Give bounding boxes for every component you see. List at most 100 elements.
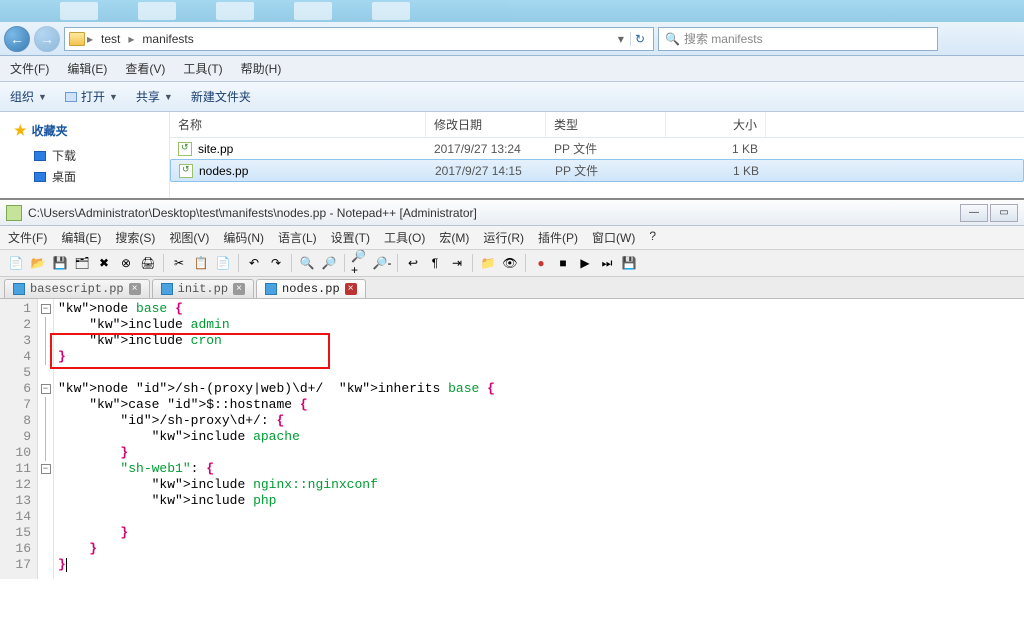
search-icon: 🔍 [665, 32, 680, 46]
undo-icon[interactable]: ↶ [244, 253, 264, 273]
menu-help[interactable]: 帮助(H) [241, 60, 282, 77]
tab-nodes[interactable]: nodes.pp × [256, 279, 366, 298]
organize-button[interactable]: 组织▼ [10, 88, 47, 105]
dropdown-icon[interactable]: ▾ [614, 32, 628, 46]
npp-titlebar[interactable]: C:\Users\Administrator\Desktop\test\mani… [0, 200, 1024, 226]
npp-menubar: 文件(F) 编辑(E) 搜索(S) 视图(V) 编码(N) 语言(L) 设置(T… [0, 226, 1024, 250]
play-icon[interactable]: ▶ [575, 253, 595, 273]
print-icon[interactable]: 🖨 [138, 253, 158, 273]
share-button[interactable]: 共享▼ [136, 88, 173, 105]
monitor-icon[interactable]: 👁 [500, 253, 520, 273]
col-date[interactable]: 修改日期 [426, 112, 546, 137]
zoomin-icon[interactable]: 🔎+ [350, 253, 370, 273]
open-button[interactable]: 打开▼ [65, 88, 118, 105]
menu-language[interactable]: 语言(L) [278, 229, 317, 246]
col-name[interactable]: 名称 [170, 112, 426, 137]
explorer-window: ← → ▸ test ▸ manifests ▾ ↻ 🔍 搜索 manifest… [0, 0, 1024, 199]
menu-plugins[interactable]: 插件(P) [538, 229, 578, 246]
forward-button[interactable]: → [34, 26, 60, 52]
editor-tab-bar: basescript.pp × init.pp × nodes.pp × [0, 277, 1024, 299]
tab-close-icon[interactable]: × [345, 283, 357, 295]
fold-toggle-icon[interactable]: − [41, 464, 51, 474]
search-placeholder: 搜索 manifests [684, 30, 763, 47]
breadcrumb-field[interactable]: ▸ test ▸ manifests ▾ ↻ [64, 27, 654, 51]
col-size[interactable]: 大小 [666, 112, 766, 137]
search-input[interactable]: 🔍 搜索 manifests [658, 27, 938, 51]
table-row[interactable]: site.pp 2017/9/27 13:24 PP 文件 1 KB [170, 138, 1024, 159]
table-row[interactable]: nodes.pp 2017/9/27 14:15 PP 文件 1 KB [170, 159, 1024, 182]
menu-window[interactable]: 窗口(W) [592, 229, 635, 246]
back-button[interactable]: ← [4, 26, 30, 52]
menu-run[interactable]: 运行(R) [483, 229, 524, 246]
stop-icon[interactable]: ■ [553, 253, 573, 273]
indent-icon[interactable]: ⇥ [447, 253, 467, 273]
breadcrumb[interactable]: test [95, 32, 126, 46]
maximize-button[interactable]: ▭ [990, 204, 1018, 222]
line-number-gutter: 1234567891011121314151617 [0, 299, 38, 579]
fold-toggle-icon[interactable]: − [41, 384, 51, 394]
menu-macro[interactable]: 宏(M) [439, 229, 469, 246]
menu-encoding[interactable]: 编码(N) [223, 229, 264, 246]
star-icon: ★ [14, 122, 27, 139]
showall-icon[interactable]: ¶ [425, 253, 445, 273]
menu-tools[interactable]: 工具(O) [384, 229, 425, 246]
menu-edit[interactable]: 编辑(E) [67, 60, 107, 77]
code-area[interactable]: "kw">node base { "kw">include admin "kw"… [54, 299, 499, 579]
sidebar-favorites[interactable]: ★ 收藏夹 [14, 122, 163, 139]
open-icon[interactable]: 📂 [28, 253, 48, 273]
menu-edit[interactable]: 编辑(E) [61, 229, 101, 246]
newfolder-button[interactable]: 新建文件夹 [191, 88, 251, 105]
tab-close-icon[interactable]: × [233, 283, 245, 295]
fold-gutter[interactable]: − − − [38, 299, 54, 579]
closeall-icon[interactable]: ⊗ [116, 253, 136, 273]
folder-icon[interactable]: 📁 [478, 253, 498, 273]
zoomout-icon[interactable]: 🔎- [372, 253, 392, 273]
npp-toolbar: 📄 📂 💾 🗂 ✖ ⊗ 🖨 ✂ 📋 📄 ↶ ↷ 🔍 🔎 🔎+ 🔎- ↩ ¶ ⇥ … [0, 250, 1024, 277]
menu-settings[interactable]: 设置(T) [331, 229, 370, 246]
menu-search[interactable]: 搜索(S) [115, 229, 155, 246]
close-icon[interactable]: ✖ [94, 253, 114, 273]
playmulti-icon[interactable]: ⏭ [597, 253, 617, 273]
menu-view[interactable]: 查看(V) [125, 60, 165, 77]
minimize-button[interactable]: — [960, 204, 988, 222]
redo-icon[interactable]: ↷ [266, 253, 286, 273]
save-icon[interactable]: 💾 [50, 253, 70, 273]
menu-file[interactable]: 文件(F) [8, 229, 47, 246]
sidebar-item-downloads[interactable]: 下载 [6, 145, 163, 166]
find-icon[interactable]: 🔍 [297, 253, 317, 273]
replace-icon[interactable]: 🔎 [319, 253, 339, 273]
file-icon [179, 164, 193, 178]
copy-icon[interactable]: 📋 [191, 253, 211, 273]
record-icon[interactable]: ● [531, 253, 551, 273]
file-icon [161, 283, 173, 295]
wordwrap-icon[interactable]: ↩ [403, 253, 423, 273]
menu-help[interactable]: ? [649, 229, 656, 246]
tab-init[interactable]: init.pp × [152, 279, 254, 298]
address-bar: ← → ▸ test ▸ manifests ▾ ↻ 🔍 搜索 manifest… [0, 22, 1024, 56]
fold-toggle-icon[interactable]: − [41, 304, 51, 314]
menu-view[interactable]: 视图(V) [169, 229, 209, 246]
menu-tools[interactable]: 工具(T) [183, 60, 222, 77]
code-editor[interactable]: 1234567891011121314151617 − − − "kw">nod… [0, 299, 1024, 579]
col-type[interactable]: 类型 [546, 112, 666, 137]
file-icon [13, 283, 25, 295]
npp-app-icon [6, 205, 22, 221]
saveall-icon[interactable]: 🗂 [72, 253, 92, 273]
explorer-sidebar: ★ 收藏夹 下载 桌面 [0, 112, 170, 198]
sidebar-item-desktop[interactable]: 桌面 [6, 166, 163, 187]
paste-icon[interactable]: 📄 [213, 253, 233, 273]
tab-basescript[interactable]: basescript.pp × [4, 279, 150, 298]
column-headers: 名称 修改日期 类型 大小 [170, 112, 1024, 138]
tab-close-icon[interactable]: × [129, 283, 141, 295]
downloads-icon [34, 151, 46, 161]
refresh-icon[interactable]: ↻ [630, 32, 649, 46]
file-list-pane: 名称 修改日期 类型 大小 site.pp 2017/9/27 13:24 PP… [170, 112, 1024, 198]
new-icon[interactable]: 📄 [6, 253, 26, 273]
taskbar-blur [0, 0, 1024, 22]
window-controls: — ▭ [960, 204, 1018, 222]
savemacro-icon[interactable]: 💾 [619, 253, 639, 273]
breadcrumb[interactable]: manifests [136, 32, 199, 46]
menu-file[interactable]: 文件(F) [10, 60, 49, 77]
cut-icon[interactable]: ✂ [169, 253, 189, 273]
folder-icon [69, 32, 85, 46]
